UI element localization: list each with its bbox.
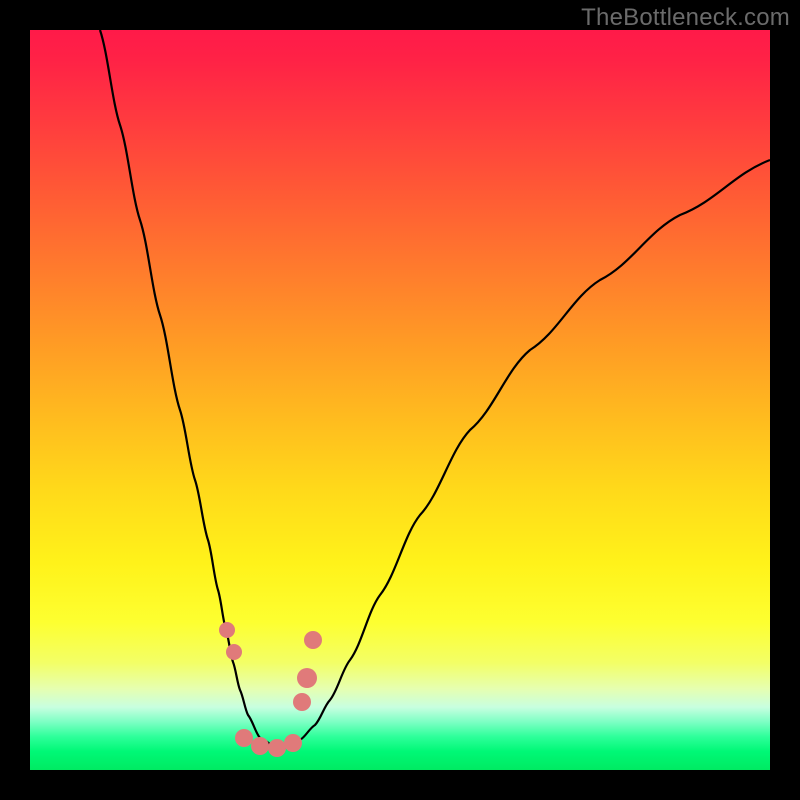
- dot-cluster: [219, 622, 322, 757]
- dot-trough-4: [284, 734, 302, 752]
- curve-layer: [30, 30, 770, 770]
- watermark-label: TheBottleneck.com: [581, 4, 790, 32]
- chart-frame: TheBottleneck.com: [0, 0, 800, 800]
- dot-right-upper: [304, 631, 322, 649]
- dot-trough-3: [268, 739, 286, 757]
- right-curve: [280, 160, 770, 750]
- dot-left-lower: [226, 644, 242, 660]
- dot-right-mid: [297, 668, 317, 688]
- dot-trough-1: [235, 729, 253, 747]
- dot-right-lower: [293, 693, 311, 711]
- plot-area: [30, 30, 770, 770]
- dot-left-upper: [219, 622, 235, 638]
- left-curve: [100, 30, 280, 750]
- dot-trough-2: [251, 737, 269, 755]
